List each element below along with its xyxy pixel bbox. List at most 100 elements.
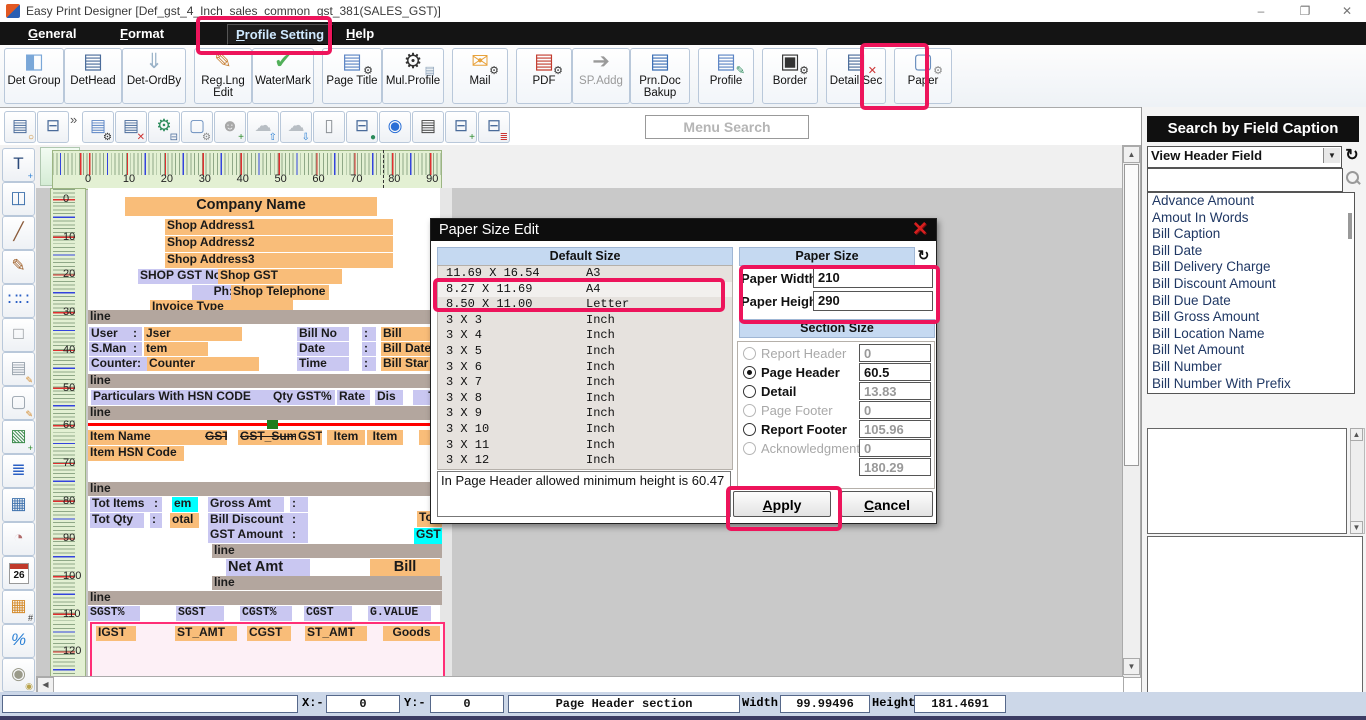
field-type-dropdown[interactable]: View Header Field ▼ <box>1147 146 1342 168</box>
design-field[interactable]: CGST <box>247 626 291 641</box>
menu-item-general[interactable]: General <box>20 24 84 43</box>
cloud-download-icon[interactable]: ☁⇩ <box>280 111 312 143</box>
design-field[interactable]: em <box>172 497 198 512</box>
blank-page-icon[interactable]: □ <box>2 318 35 352</box>
design-field[interactable]: GST Amount <box>208 528 296 543</box>
det-group-button[interactable]: ◧Det Group <box>4 48 64 104</box>
menu-search-input[interactable] <box>645 115 809 139</box>
paper-size-row[interactable]: 3 X 11Inch <box>438 438 732 454</box>
section-value-input[interactable]: 0 <box>859 401 931 419</box>
design-field[interactable]: Tot Items <box>90 497 152 512</box>
close-icon[interactable]: ✕ <box>908 219 932 241</box>
design-field[interactable]: : <box>362 357 376 371</box>
design-field[interactable]: Goods <box>383 626 440 641</box>
design-field[interactable]: GST <box>414 528 442 544</box>
profile-button[interactable]: ▤✎Profile <box>698 48 754 104</box>
design-field[interactable]: Item Name <box>88 430 207 445</box>
design-field[interactable]: : <box>131 327 142 341</box>
menu-item-help[interactable]: Help <box>338 24 382 43</box>
paper-width-input[interactable]: 210 <box>813 268 933 288</box>
radio-report-footer[interactable] <box>743 423 756 436</box>
design-field[interactable]: Shop Address1 <box>165 219 393 235</box>
paper-size-row[interactable]: 3 X 7Inch <box>438 375 732 391</box>
design-field[interactable]: IGST <box>96 626 136 641</box>
paper-size-row[interactable]: 3 X 6Inch <box>438 360 732 376</box>
clock-icon[interactable]: ◔ <box>2 522 35 556</box>
preview-scrollbar[interactable]: ▲ ▼ <box>1350 428 1365 534</box>
design-field[interactable]: Bill Discount <box>208 513 300 528</box>
maximize-button[interactable]: ❐ <box>1288 0 1322 22</box>
cash-drawer-icon[interactable]: ▤ <box>412 111 444 143</box>
item-table-icon[interactable]: ▦# <box>2 590 35 624</box>
design-field[interactable]: Company Name <box>125 197 377 216</box>
paper-size-row[interactable]: 3 X 10Inch <box>438 422 732 438</box>
form-designer-icon[interactable]: ◫ <box>2 182 35 216</box>
design-field[interactable]: SGST <box>176 606 224 621</box>
design-field[interactable]: User <box>89 327 131 341</box>
design-field[interactable]: Jser <box>144 327 242 341</box>
minimize-button[interactable]: – <box>1244 0 1278 22</box>
field-caption-list[interactable]: Advance AmountAmout In WordsBill Caption… <box>1147 192 1355 394</box>
design-field[interactable]: Ph: <box>192 285 236 300</box>
detail-list-icon[interactable]: ▦ <box>2 488 35 522</box>
paper-size-row[interactable]: 3 X 8Inch <box>438 391 732 407</box>
field-caption-item[interactable]: Bill Caption <box>1148 226 1354 243</box>
section-line-bar[interactable]: line <box>88 374 442 388</box>
design-field[interactable]: Time <box>297 357 349 371</box>
print-list-icon[interactable]: ⊟≣ <box>478 111 510 143</box>
design-field[interactable]: ST_AMT <box>175 626 237 641</box>
section-line-bar[interactable]: line <box>212 544 442 558</box>
radio-detail[interactable] <box>743 385 756 398</box>
apply-button[interactable]: Apply <box>733 491 831 517</box>
print-web-icon[interactable]: ⊟● <box>346 111 378 143</box>
section-line-bar[interactable]: line <box>88 406 442 420</box>
design-field[interactable]: GST <box>296 430 322 445</box>
design-field[interactable]: Rate <box>337 390 370 405</box>
section-value-input[interactable]: 60.5 <box>859 363 931 381</box>
design-field[interactable]: Shop GST <box>218 269 342 284</box>
dethead-button[interactable]: ▤DetHead <box>64 48 122 104</box>
web-globe-icon[interactable]: ◉ <box>379 111 411 143</box>
sp-addg-button[interactable]: ➔SP.Addg <box>572 48 630 104</box>
pdf-button[interactable]: ▤⚙PDF <box>516 48 572 104</box>
paper-size-row[interactable]: 3 X 9Inch <box>438 406 732 422</box>
page-title-button[interactable]: ▤⚙Page Title <box>322 48 382 104</box>
edit-note-icon[interactable]: ▢✎ <box>2 386 35 420</box>
field-caption-item[interactable]: Bill Due Date <box>1148 293 1354 310</box>
profile-settings-icon[interactable]: ▤⚙ <box>82 111 114 143</box>
section-line-bar[interactable]: line <box>88 310 442 324</box>
design-field[interactable]: Bill Date <box>381 342 430 356</box>
design-field[interactable]: GST <box>203 430 227 445</box>
section-line-bar[interactable]: line <box>88 591 442 605</box>
field-caption-item[interactable]: Bill Location Name <box>1148 326 1354 343</box>
design-field[interactable]: Date <box>297 342 349 356</box>
watermark-button[interactable]: ✔WaterMark <box>252 48 314 104</box>
section-divider-red[interactable] <box>88 423 442 426</box>
design-field[interactable]: Gross Amt <box>208 497 284 512</box>
design-field[interactable]: Net Amt <box>226 559 310 576</box>
design-field[interactable]: Bill <box>370 559 440 576</box>
printer-add-icon[interactable]: ⊟+ <box>445 111 477 143</box>
draw-line-icon[interactable]: ╱ <box>2 216 35 250</box>
currency-stack-icon[interactable]: ◉◉ <box>2 658 35 692</box>
refresh-icon[interactable]: ↻ <box>915 247 932 264</box>
field-caption-item[interactable]: Bill Net Amount <box>1148 342 1354 359</box>
section-value-input[interactable]: 105.96 <box>859 420 931 438</box>
scroll-left-icon[interactable]: ◀ <box>37 677 54 693</box>
design-field[interactable]: Bill <box>381 327 430 341</box>
design-field[interactable]: SGST% <box>88 606 140 621</box>
design-field[interactable]: : <box>150 513 162 528</box>
scroll-down-icon[interactable]: ▼ <box>1123 658 1140 675</box>
menu-item-format[interactable]: Format <box>112 24 172 43</box>
design-field[interactable]: Item <box>327 430 365 445</box>
drag-handle[interactable] <box>267 420 278 429</box>
design-field[interactable]: : <box>290 513 308 528</box>
print-preview-icon[interactable]: ▤○ <box>4 111 36 143</box>
field-caption-item[interactable]: Bill Date <box>1148 243 1354 260</box>
design-field[interactable]: : <box>362 327 376 341</box>
field-caption-item[interactable]: Bill Number <box>1148 359 1354 376</box>
cloud-upload-icon[interactable]: ☁⇧ <box>247 111 279 143</box>
field-caption-item[interactable]: Bill Number With Prefix <box>1148 376 1354 393</box>
edit-pencil-icon[interactable]: ✎ <box>2 250 35 284</box>
paper-size-row[interactable]: 3 X 12Inch <box>438 453 732 469</box>
